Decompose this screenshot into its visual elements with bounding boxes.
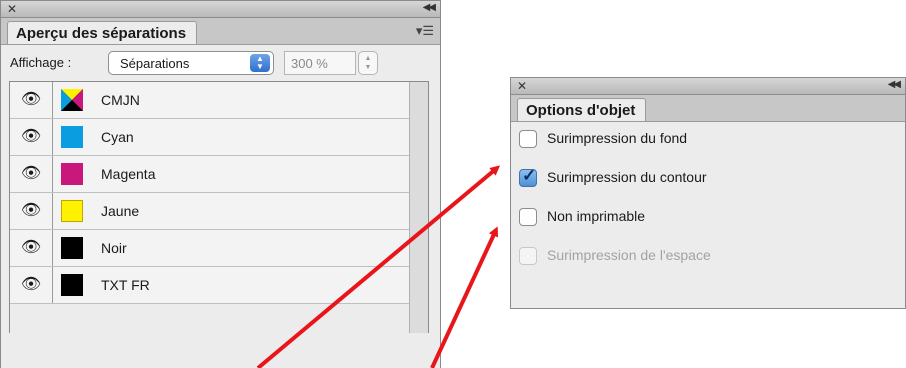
option-label: Surimpression du contour (547, 169, 707, 185)
separations-titlebar[interactable]: ✕ ◀◀ (1, 1, 440, 18)
affichage-select-value: Séparations (120, 56, 190, 71)
ink-row-txt-fr[interactable]: 👁 TXT FR (10, 267, 411, 304)
cmyk-swatch-icon (61, 89, 83, 111)
black-swatch-icon (61, 237, 83, 259)
eye-icon[interactable]: 👁 (10, 119, 53, 155)
option-overprint-fill[interactable]: Surimpression du fond (511, 121, 905, 157)
option-label: Surimpression du fond (547, 130, 688, 146)
option-overprint-stroke[interactable]: ✓ Surimpression du contour (511, 160, 905, 196)
eye-icon[interactable]: 👁 (10, 193, 53, 229)
options-titlebar[interactable]: ✕ ◀◀ (511, 78, 905, 95)
ink-list: 👁 CMJN 👁 Cyan 👁 Magenta 👁 Jaune 👁 Noir 👁… (9, 81, 429, 333)
ink-row-noir[interactable]: 👁 Noir (10, 230, 411, 267)
affichage-label: Affichage : (10, 55, 72, 70)
collapse-panel-icon[interactable]: ◀◀ (423, 2, 436, 13)
eye-icon[interactable]: 👁 (10, 267, 53, 303)
ink-list-scrollbar[interactable] (409, 82, 428, 333)
checkmark-icon: ✓ (522, 166, 537, 185)
affichage-row: Affichage : Séparations ▲ ▼ 300 % ▲ ▼ (1, 45, 440, 79)
ink-name: Magenta (101, 166, 156, 182)
close-icon[interactable]: ✕ (517, 79, 527, 93)
eye-icon[interactable]: 👁 (10, 230, 53, 266)
ink-name: TXT FR (101, 277, 150, 293)
magenta-swatch-icon (61, 163, 83, 185)
black-swatch-icon (61, 274, 83, 296)
option-label: Surimpression de l'espace (547, 247, 711, 263)
close-icon[interactable]: ✕ (7, 2, 17, 16)
checkbox[interactable] (519, 208, 537, 226)
panel-menu-icon[interactable]: ▾☰ (416, 23, 434, 39)
checkbox[interactable] (519, 130, 537, 148)
ink-row-cmjn[interactable]: 👁 CMJN (10, 82, 411, 119)
ink-name: Jaune (101, 203, 140, 219)
up-down-arrows-icon: ▲ ▼ (250, 54, 270, 72)
options-tab-strip: Options d'objet (511, 95, 905, 122)
ink-row-jaune[interactable]: 👁 Jaune (10, 193, 411, 230)
ink-row-cyan[interactable]: 👁 Cyan (10, 119, 411, 156)
affichage-select[interactable]: Séparations ▲ ▼ (108, 51, 274, 75)
separations-tab-strip: Aperçu des séparations ▾☰ (1, 18, 440, 45)
eye-icon[interactable]: 👁 (10, 156, 53, 192)
ink-row-magenta[interactable]: 👁 Magenta (10, 156, 411, 193)
option-non-printing[interactable]: Non imprimable (511, 199, 905, 235)
tab-object-options[interactable]: Options d'objet (517, 98, 647, 121)
separations-preview-panel: ✕ ◀◀ Aperçu des séparations ▾☰ Affichage… (0, 0, 441, 368)
option-label: Non imprimable (547, 208, 646, 224)
eye-icon[interactable]: 👁 (10, 82, 53, 118)
checkbox-checked[interactable]: ✓ (519, 166, 537, 187)
object-options-panel: ✕ ◀◀ Options d'objet Surimpression du fo… (510, 77, 906, 309)
yellow-swatch-icon (61, 200, 83, 222)
collapse-panel-icon[interactable]: ◀◀ (888, 79, 901, 90)
checkbox-disabled (519, 247, 537, 265)
tab-separations-preview[interactable]: Aperçu des séparations (7, 21, 198, 44)
cyan-swatch-icon (61, 126, 83, 148)
zoom-stepper[interactable]: ▲ ▼ (358, 51, 378, 75)
annotation-arrow-to-non-printing-option (430, 226, 499, 368)
option-overprint-gap: Surimpression de l'espace (511, 238, 905, 274)
ink-name: Noir (101, 240, 127, 256)
ink-name: Cyan (101, 129, 134, 145)
ink-name: CMJN (101, 92, 140, 108)
zoom-field[interactable]: 300 % (284, 51, 356, 75)
